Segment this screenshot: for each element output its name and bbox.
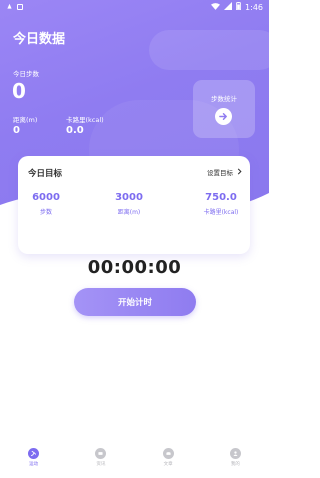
step-stats-label: 步数统计 xyxy=(211,95,237,103)
set-goal-label: 设置目标 xyxy=(207,169,233,177)
goal-calories-unit: 卡路里(kcal) xyxy=(203,209,239,216)
tab-profile-label: 我的 xyxy=(230,462,240,467)
goal-calories: 750.0 卡路里(kcal) xyxy=(186,192,256,216)
goal-card: 今日目标 设置目标 6000 步数 3000 距离(m) 750.0 卡路里(k… xyxy=(18,156,250,254)
user-icon xyxy=(229,448,241,459)
goal-steps-value: 6000 xyxy=(32,192,60,203)
app-notification-icon xyxy=(17,4,23,10)
goal-distance-unit: 距离(m) xyxy=(117,209,141,216)
goal-distance-value: 3000 xyxy=(115,192,143,203)
calories-label: 卡路里(kcal) xyxy=(66,116,104,124)
goal-calories-value: 750.0 xyxy=(205,192,237,203)
tab-articles-label: 文章 xyxy=(163,462,173,467)
news-icon xyxy=(95,448,107,459)
goal-title: 今日目标 xyxy=(28,169,63,179)
bottom-tabbar: 运动 资讯 文章 我的 xyxy=(0,448,269,478)
tab-news[interactable]: 资讯 xyxy=(76,448,126,467)
wifi-icon xyxy=(211,2,221,12)
distance-label: 距离(m) xyxy=(13,116,38,124)
set-goal-button[interactable]: 设置目标 xyxy=(207,167,242,177)
calories-value: 0.0 xyxy=(66,125,84,136)
status-left xyxy=(6,3,23,12)
signal-icon xyxy=(224,2,233,12)
running-icon xyxy=(28,448,40,459)
page-title: 今日数据 xyxy=(13,32,66,47)
tab-articles[interactable]: 文章 xyxy=(143,448,193,467)
battery-icon xyxy=(236,2,241,12)
goal-distance: 3000 距离(m) xyxy=(94,192,164,216)
timer-display: 00:00:00 xyxy=(87,257,182,278)
start-timer-button[interactable]: 开始计时 xyxy=(74,288,196,316)
step-stats-card[interactable]: 步数统计 xyxy=(193,80,255,138)
goal-steps-unit: 步数 xyxy=(39,209,52,216)
status-right: 1:46 xyxy=(211,2,263,12)
tab-news-label: 资讯 xyxy=(96,462,106,467)
distance-value: 0 xyxy=(13,125,20,136)
steps-label: 今日步数 xyxy=(13,70,39,78)
goal-steps: 6000 步数 xyxy=(11,192,81,216)
chevron-right-icon xyxy=(237,168,242,177)
status-time: 1:46 xyxy=(245,2,263,12)
steps-value: 0 xyxy=(12,79,26,103)
tab-profile[interactable]: 我的 xyxy=(210,448,260,467)
tab-sport-label: 运动 xyxy=(29,462,39,467)
tab-sport[interactable]: 运动 xyxy=(9,448,59,467)
status-bar: 1:46 xyxy=(0,0,269,14)
notification-icon xyxy=(6,3,13,12)
decor-blob xyxy=(149,30,269,70)
article-icon xyxy=(162,448,174,459)
arrow-right-icon[interactable] xyxy=(215,108,232,125)
